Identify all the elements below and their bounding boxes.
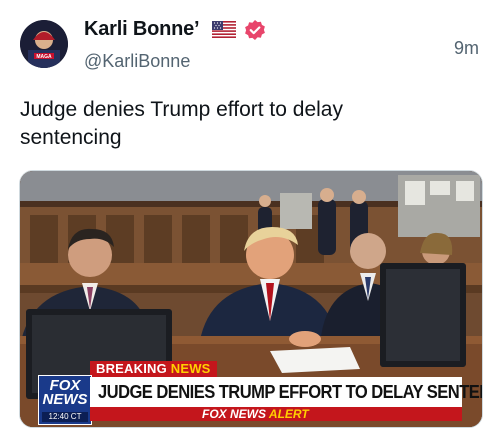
breaking-news-word: NEWS: [170, 361, 211, 376]
alert-word: ALERT: [268, 407, 309, 421]
alert-brand: FOX NEWS: [202, 407, 267, 421]
us-flag-icon: [212, 21, 236, 38]
svg-text:MAGA: MAGA: [36, 54, 52, 60]
fox-logo-bottom: NEWS: [42, 391, 88, 408]
alert-bar: FOX NEWS ALERT: [90, 407, 462, 421]
fox-news-logo: FOX NEWS 12:40 CT: [38, 375, 92, 425]
broadcast-clock: 12:40 CT: [42, 412, 88, 422]
chyron-headline: JUDGE DENIES TRUMP EFFORT TO DELAY SENTE…: [98, 382, 482, 402]
avatar-image: MAGA: [20, 20, 68, 68]
author-handle[interactable]: @KarliBonne: [84, 51, 190, 72]
breaking-word: BREAKING: [96, 361, 167, 376]
chyron-bar: JUDGE DENIES TRUMP EFFORT TO DELAY SENTE…: [90, 377, 482, 407]
post-text: Judge denies Trump effort to delay sente…: [20, 98, 343, 149]
post-media[interactable]: BREAKING NEWS FOX NEWS 12:40 CT JUDGE DE…: [19, 170, 483, 428]
author-name[interactable]: Karli Bonne’: [84, 18, 200, 41]
verified-badge-icon[interactable]: [244, 19, 266, 41]
breaking-news-label: BREAKING NEWS: [90, 361, 217, 377]
alert-text: FOX NEWS ALERT: [202, 407, 309, 421]
post-timestamp[interactable]: 9m: [454, 38, 479, 59]
avatar[interactable]: MAGA: [20, 20, 68, 68]
post-card[interactable]: MAGA Karli Bonne’ @KarliBonne 9m Judge d…: [0, 0, 500, 447]
